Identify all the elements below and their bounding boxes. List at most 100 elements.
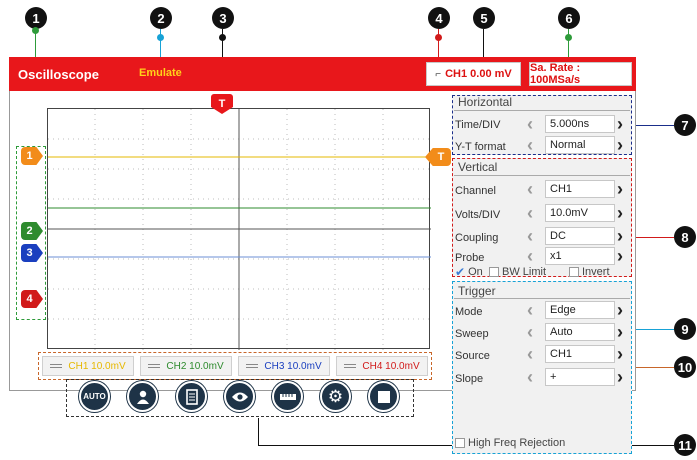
ruler-button[interactable] [272, 381, 303, 412]
eye-button[interactable] [224, 381, 255, 412]
channel-field[interactable]: CH1 [545, 180, 615, 198]
checkmark-icon: ✔ [455, 265, 466, 279]
ch3-marker-label: 3 [26, 247, 33, 259]
trigger-readout-button[interactable]: ⌐ CH1 0.00 mV [426, 62, 521, 86]
callout-7: 7 [674, 114, 696, 136]
app-title: Oscilloscope [18, 67, 99, 82]
on-checkbox[interactable]: ✔ On [455, 266, 483, 278]
source-field[interactable]: CH1 [545, 345, 615, 363]
sweep-field[interactable]: Auto [545, 323, 615, 341]
invert-label: Invert [582, 266, 610, 278]
coupling-field[interactable]: DC [545, 227, 615, 245]
sample-rate-button[interactable]: Sa. Rate : 100MSa/s [529, 62, 632, 86]
sweep-decrease[interactable]: ‹ [527, 323, 539, 341]
source-increase[interactable]: › [617, 345, 629, 363]
ch4-button[interactable]: CH4 10.0mV [336, 356, 428, 376]
invert-checkbox[interactable]: Invert [569, 266, 610, 278]
time-div-field[interactable]: 5.000ns [545, 115, 615, 133]
probe-field[interactable]: x1 [545, 247, 615, 265]
edge-icon: ⌐ [435, 68, 442, 80]
high-freq-rejection-checkbox[interactable]: High Freq Rejection [455, 437, 565, 449]
eye-icon [231, 392, 248, 401]
sweep-label: Sweep [455, 328, 489, 340]
document-icon [185, 388, 198, 405]
channel-increase[interactable]: › [617, 180, 629, 198]
callout-9-line [632, 329, 674, 330]
callout-3: 3 [212, 7, 234, 29]
callout-8: 8 [674, 226, 696, 248]
ch3-line-icon [246, 364, 259, 368]
ch2-button[interactable]: CH2 10.0mV [140, 356, 232, 376]
slope-increase[interactable]: › [617, 368, 629, 386]
callout-11: 11 [674, 434, 696, 456]
ch2-button-label: CH2 10.0mV [166, 360, 224, 372]
settings-button[interactable]: ⚙ [320, 381, 351, 412]
stop-button[interactable] [368, 381, 399, 412]
trigger-mode-label: Mode [455, 306, 483, 318]
sweep-increase[interactable]: › [617, 323, 629, 341]
yt-format-increase[interactable]: › [617, 136, 629, 154]
callout-4: 4 [428, 7, 450, 29]
callout-4-dot [435, 34, 442, 41]
trigger-level-marker-label: T [437, 151, 445, 163]
source-label: Source [455, 350, 490, 362]
trigger-mode-increase[interactable]: › [617, 301, 629, 319]
auto-button[interactable]: AUTO [79, 381, 110, 412]
probe-decrease[interactable]: ‹ [527, 247, 539, 265]
on-label: On [468, 266, 483, 278]
source-decrease[interactable]: ‹ [527, 345, 539, 363]
callout-1-dot [32, 27, 39, 34]
document-button[interactable] [176, 381, 207, 412]
channel-label: Channel [455, 185, 496, 197]
ch1-line-icon [50, 364, 63, 368]
probe-label: Probe [455, 252, 485, 264]
time-div-decrease[interactable]: ‹ [527, 115, 539, 133]
callout-9: 9 [674, 318, 696, 340]
callout-8-line [632, 237, 674, 238]
ch3-button[interactable]: CH3 10.0mV [238, 356, 330, 376]
invert-box [569, 267, 579, 277]
callout-6: 6 [558, 7, 580, 29]
ch2-line-icon [148, 364, 161, 368]
trigger-mode-field[interactable]: Edge [545, 301, 615, 319]
high-freq-rejection-box [455, 438, 465, 448]
ch1-button[interactable]: CH1 10.0mV [42, 356, 134, 376]
sample-rate-text: Sa. Rate : 100MSa/s [530, 62, 581, 86]
channel-decrease[interactable]: ‹ [527, 180, 539, 198]
coupling-label: Coupling [455, 232, 499, 244]
waveform-display[interactable] [47, 108, 431, 350]
coupling-decrease[interactable]: ‹ [527, 227, 539, 245]
callout-11-line-v [258, 418, 259, 446]
callout-10: 10 [674, 356, 696, 378]
volts-div-decrease[interactable]: ‹ [527, 204, 539, 222]
volts-div-increase[interactable]: › [617, 204, 629, 222]
coupling-increase[interactable]: › [617, 227, 629, 245]
yt-format-decrease[interactable]: ‹ [527, 136, 539, 154]
yt-format-label: Y-T format [455, 141, 506, 153]
callout-2: 2 [150, 7, 172, 29]
callout-1: 1 [25, 7, 47, 29]
volts-div-label: Volts/DIV [455, 209, 501, 221]
ch2-marker-label: 2 [26, 225, 33, 237]
yt-format-field[interactable]: Normal [545, 136, 615, 154]
slope-field[interactable]: + [545, 368, 615, 386]
ch4-button-label: CH4 10.0mV [362, 360, 420, 372]
gear-icon: ⚙ [327, 387, 344, 406]
slope-decrease[interactable]: ‹ [527, 368, 539, 386]
callout-5: 5 [473, 7, 495, 29]
ch4-marker-label: 4 [26, 293, 33, 305]
person-icon [136, 390, 149, 404]
bw-limit-checkbox[interactable]: BW Limit [489, 266, 546, 278]
callout-2-dot [157, 34, 164, 41]
probe-increase[interactable]: › [617, 247, 629, 265]
ch1-marker-label: 1 [26, 150, 33, 162]
mode-label: Emulate [139, 67, 182, 79]
time-div-increase[interactable]: › [617, 115, 629, 133]
person-button[interactable] [127, 381, 158, 412]
trigger-readout-text: CH1 0.00 mV [445, 68, 512, 80]
vertical-divider [454, 175, 630, 176]
ruler-icon [279, 393, 296, 400]
volts-div-field[interactable]: 10.0mV [545, 204, 615, 222]
trigger-mode-decrease[interactable]: ‹ [527, 301, 539, 319]
trigger-title: Trigger [458, 284, 496, 298]
